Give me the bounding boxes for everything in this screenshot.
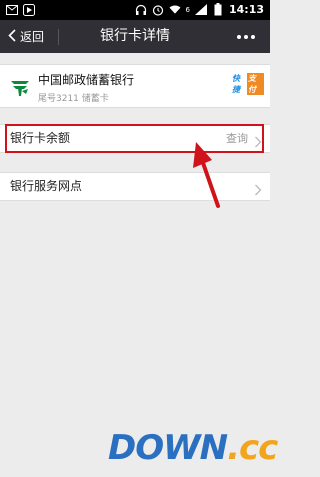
wifi-icon [168,3,181,16]
headset-icon [135,3,147,16]
card-balance-label: 银行卡余额 [10,131,71,145]
header-bar: 返回 银行卡详情 [0,20,270,53]
bank-name: 中国邮政储蓄银行 [38,73,135,87]
signal-icon [194,3,207,16]
watermark-logo: DOWN.cc [108,428,278,468]
card-meta: 尾号3211 储蓄卡 [38,94,109,104]
header-divider [58,29,59,45]
annotation-arrow-icon [193,142,220,208]
bank-card: 中国邮政储蓄银行 尾号3211 储蓄卡 快捷 支付 [0,64,270,108]
battery-icon [212,3,224,16]
express-pay-badge: 快捷 支付 [232,72,264,95]
alarm-icon [152,3,164,16]
more-dots-icon[interactable] [232,20,260,53]
mail-icon [6,3,18,16]
postal-bank-logo-icon [9,76,31,98]
play-icon [23,3,35,16]
back-button[interactable]: 返回 [0,20,58,53]
back-label: 返回 [20,30,45,44]
status-bar: 6 14:13 [0,0,270,20]
chevron-right-icon [254,133,262,148]
card-balance-row[interactable]: 银行卡余额 查询 [0,124,270,153]
query-label: 查询 [226,132,248,145]
network-type: 6 [185,5,190,14]
bank-outlets-label: 银行服务网点 [10,179,83,193]
bank-outlets-row[interactable]: 银行服务网点 [0,172,270,201]
chevron-left-icon [8,27,16,46]
chevron-right-icon [254,181,262,196]
clock: 14:13 [228,3,264,16]
